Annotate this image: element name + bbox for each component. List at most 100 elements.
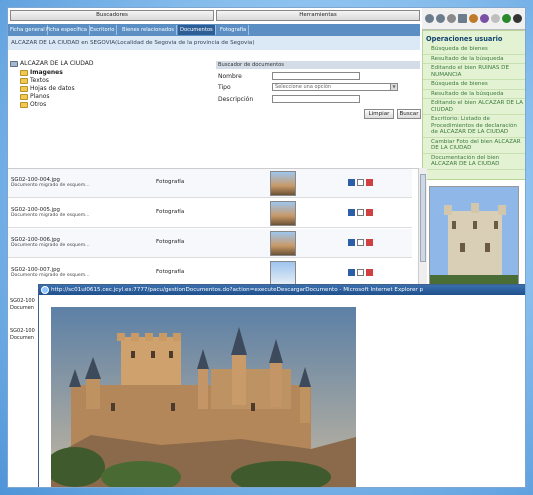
folder-icon — [20, 77, 28, 84]
document-tree: ALCAZAR DE LA CIUDAD Imagenes Textos Hoj… — [8, 60, 218, 170]
current-photo-thumbnail[interactable] — [429, 186, 519, 288]
tree-node-otros[interactable]: Otros — [20, 101, 46, 108]
right-toolbar — [422, 8, 525, 30]
operation-item[interactable]: Documentación del bien ALCAZAR DE LA CIU… — [423, 154, 525, 170]
tab-fotografia[interactable]: Fotografía — [218, 25, 250, 35]
document-icon[interactable] — [357, 179, 364, 186]
document-description: Documento migrado de esquem... — [11, 243, 90, 248]
globe-icon[interactable] — [502, 14, 511, 23]
internet-explorer-icon — [41, 286, 49, 294]
back-icon[interactable] — [425, 14, 434, 23]
document-icon[interactable] — [357, 269, 364, 276]
tools-icon[interactable] — [469, 14, 478, 23]
tree-node-hojas[interactable]: Hojas de datos — [20, 85, 75, 92]
document-description: Documento migrado de esquem... — [11, 273, 90, 278]
scrollbar-thumb[interactable] — [420, 174, 426, 262]
document-list: SG02-100-004.jpg Documento migrado de es… — [8, 168, 418, 288]
popup-title: http://sc01ul0615.cec.jcyl.es:7777/pacu/… — [51, 287, 424, 293]
operation-item[interactable]: Editando el bien RUINAS DE NUMANCIA — [423, 64, 525, 80]
tipo-select[interactable]: Seleccione una opción ▼ — [272, 83, 398, 91]
popup-titlebar[interactable]: http://sc01ul0615.cec.jcyl.es:7777/pacu/… — [39, 285, 525, 295]
tipo-selected-value: Seleccione una opción — [275, 84, 332, 90]
tab-documentos[interactable]: Documentos — [178, 25, 216, 35]
delete-icon[interactable] — [366, 209, 373, 216]
nombre-label: Nombre — [218, 73, 242, 80]
delete-icon[interactable] — [366, 179, 373, 186]
app-window: Buscadores Herramientas Ficha general Fi… — [7, 7, 526, 488]
document-description: Documento migrado de esquem... — [11, 213, 90, 218]
document-thumbnail[interactable] — [270, 261, 296, 286]
document-search-panel: Buscador de documentos Nombre Tipo Selec… — [216, 61, 421, 173]
document-icon[interactable] — [357, 209, 364, 216]
tree-node-imagenes[interactable]: Imagenes — [20, 69, 63, 76]
tab-ficha-general[interactable]: Ficha general — [8, 25, 48, 35]
delete-icon[interactable] — [366, 269, 373, 276]
tab-ficha-especifica[interactable]: Ficha específica — [44, 25, 90, 35]
tree-root[interactable]: ALCAZAR DE LA CIUDAD — [10, 60, 93, 67]
folder-open-icon — [10, 60, 18, 67]
tipo-label: Tipo — [218, 84, 231, 91]
limpiar-button[interactable]: Limpiar — [364, 109, 394, 119]
folder-icon — [20, 101, 28, 108]
save-icon[interactable] — [348, 209, 355, 216]
document-icon[interactable] — [357, 239, 364, 246]
document-description: Documen — [10, 335, 34, 341]
document-name: SG02-100 — [10, 328, 35, 334]
operation-item[interactable]: Resultado de la búsqueda — [423, 55, 525, 64]
herramientas-menu[interactable]: Herramientas — [216, 10, 420, 21]
descripcion-input[interactable] — [272, 95, 360, 103]
table-row[interactable]: SG02-100-005.jpg Documento migrado de es… — [8, 199, 412, 228]
user-icon[interactable] — [513, 14, 522, 23]
document-description: Documen — [10, 305, 34, 311]
document-list-scrollbar[interactable] — [418, 168, 427, 288]
alcazar-photo-image — [51, 307, 356, 487]
tab-escritorio[interactable]: Escritorio — [88, 25, 118, 35]
document-viewer-popup[interactable]: http://sc01ul0615.cec.jcyl.es:7777/pacu/… — [38, 284, 525, 487]
document-icon[interactable] — [458, 14, 467, 23]
document-thumbnail[interactable] — [270, 201, 296, 226]
buscadores-menu[interactable]: Buscadores — [10, 10, 214, 21]
document-description: Documento migrado de esquem... — [11, 183, 90, 188]
document-type: Fotografía — [156, 239, 185, 245]
top-header: Buscadores Herramientas — [8, 8, 420, 24]
operation-item[interactable]: Escritorio: Listado de Procedimientos de… — [423, 115, 525, 138]
buscar-button[interactable]: Buscar — [397, 109, 421, 119]
castle-photo — [51, 307, 356, 487]
document-thumbnail[interactable] — [270, 231, 296, 256]
chevron-down-icon[interactable]: ▼ — [390, 84, 397, 90]
forward-icon[interactable] — [436, 14, 445, 23]
search-title: Buscador de documentos — [216, 61, 420, 69]
folder-icon — [20, 93, 28, 100]
document-type: Fotografía — [156, 179, 185, 185]
save-icon[interactable] — [348, 179, 355, 186]
save-icon[interactable] — [348, 239, 355, 246]
operation-item[interactable]: Resultado de la búsqueda — [423, 90, 525, 99]
delete-icon[interactable] — [366, 239, 373, 246]
print-icon[interactable] — [447, 14, 456, 23]
folder-icon — [20, 69, 28, 76]
tree-node-planos[interactable]: Planos — [20, 93, 50, 100]
tree-root-label: ALCAZAR DE LA CIUDAD — [20, 60, 94, 67]
folder-icon — [20, 85, 28, 92]
operation-item[interactable]: Editando el bien ALCAZAR DE LA CIUDAD — [423, 99, 525, 115]
tree-node-label: Imagenes — [30, 69, 63, 76]
operations-panel: Operaciones usuario Búsqueda de bienes R… — [422, 30, 525, 180]
operation-item[interactable]: Búsqueda de bienes — [423, 45, 525, 55]
tree-node-label: Otros — [30, 101, 47, 108]
tree-node-textos[interactable]: Textos — [20, 77, 49, 84]
tab-bienes-relacionados[interactable]: Bienes relacionados — [120, 25, 177, 35]
operation-item[interactable]: Cambiar Foto del bien ALCAZAR DE LA CIUD… — [423, 138, 525, 154]
save-icon[interactable] — [348, 269, 355, 276]
book-icon[interactable] — [480, 14, 489, 23]
breadcrumb: ALCAZAR DE LA CIUDAD en SEGOVIA(Localida… — [8, 36, 420, 50]
hidden-rows-sliver: SG02-100 Documen SG02-100 Documen — [8, 284, 38, 487]
operation-item[interactable]: Búsqueda de bienes — [423, 80, 525, 90]
document-thumbnail[interactable] — [270, 171, 296, 196]
table-row[interactable]: SG02-100-004.jpg Documento migrado de es… — [8, 169, 412, 198]
document-type: Fotografía — [156, 209, 185, 215]
settings-icon[interactable] — [491, 14, 500, 23]
castle-tower-image — [430, 187, 518, 287]
table-row[interactable]: SG02-100-006.jpg Documento migrado de es… — [8, 229, 412, 258]
document-name: SG02-100 — [10, 298, 35, 304]
nombre-input[interactable] — [272, 72, 360, 80]
